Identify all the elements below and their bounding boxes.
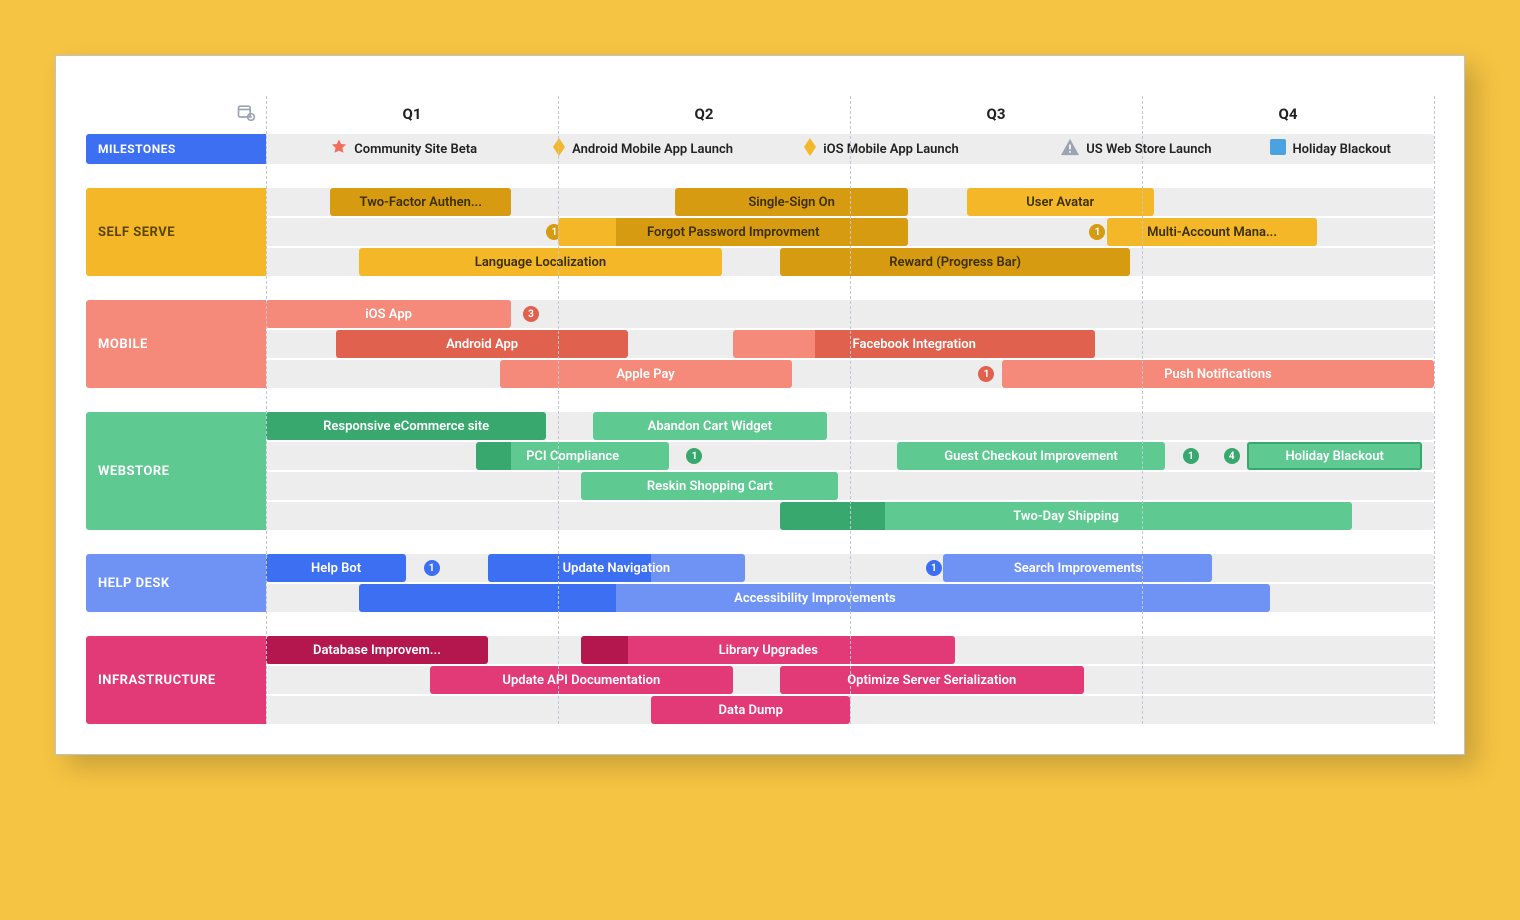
count-badge[interactable]: 1 — [424, 560, 440, 576]
task-bar[interactable]: iOS App — [266, 300, 511, 328]
task-bar[interactable]: Facebook Integration — [733, 330, 1095, 358]
count-badge[interactable]: 1 — [978, 366, 994, 382]
task-bar[interactable]: Single-Sign On — [675, 188, 909, 216]
milestone[interactable]: iOS Mobile App Launch — [803, 138, 958, 160]
task-bar[interactable]: Guest Checkout Improvement — [897, 442, 1166, 470]
swimlane: Help Bot1Update Navigation1Search Improv… — [266, 554, 1434, 582]
task-bar[interactable]: Optimize Server Serialization — [780, 666, 1084, 694]
category-label: HELP DESK — [86, 554, 266, 612]
swimlane: Responsive eCommerce site Abandon Cart Wi… — [266, 412, 1434, 440]
milestones-label: MILESTONES — [86, 134, 266, 164]
category-hd: HELP DESKHelp Bot1Update Navigation1Sear… — [86, 554, 1434, 612]
gridline — [1434, 96, 1435, 724]
swimlane: Reskin Shopping Cart — [266, 472, 1434, 500]
swimlane: Apple Pay 1 Push Notifications — [266, 360, 1434, 388]
category-label: SELF SERVE — [86, 188, 266, 276]
task-bar[interactable]: User Avatar — [967, 188, 1154, 216]
quarter-header: Q3 — [850, 96, 1142, 132]
diamond-icon — [552, 138, 566, 160]
swimlane: PCI Compliance 1 Guest Checkout Improvemen… — [266, 442, 1434, 470]
task-bar[interactable]: Two-Factor Authen... — [330, 188, 511, 216]
quarter-header: Q4 — [1142, 96, 1434, 132]
quarter-header: Q1 — [266, 96, 558, 132]
task-bar[interactable]: Forgot Password Improvment — [558, 218, 908, 246]
milestone[interactable]: Community Site Beta — [330, 138, 477, 160]
category-label: MOBILE — [86, 300, 266, 388]
swimlane: Database Improvem... Library Upgrades — [266, 636, 1434, 664]
category-ws: WEBSTOREResponsive eCommerce site Abandon… — [86, 412, 1434, 530]
task-bar[interactable]: Reskin Shopping Cart — [581, 472, 838, 500]
task-bar[interactable]: Android App — [336, 330, 628, 358]
swimlane: Two-Day Shipping — [266, 502, 1434, 530]
count-badge[interactable]: 4 — [1224, 448, 1240, 464]
roadmap-sheet: Q1Q2Q3Q4 MILESTONES Community Site Beta A… — [86, 96, 1434, 724]
swimlane: Accessibility Improvements — [266, 584, 1434, 612]
square-icon — [1270, 139, 1286, 159]
count-badge[interactable]: 3 — [523, 306, 539, 322]
swimlane: 1Forgot Password Improvment1Multi-Accoun… — [266, 218, 1434, 246]
swimlane: Android App Facebook Integration — [266, 330, 1434, 358]
count-badge[interactable]: 1 — [926, 560, 942, 576]
count-badge[interactable]: 1 — [686, 448, 702, 464]
task-bar[interactable]: Search Improvements — [943, 554, 1212, 582]
calendar-settings-icon[interactable] — [236, 102, 256, 126]
task-bar[interactable]: Two-Day Shipping — [780, 502, 1352, 530]
swimlane: Data Dump — [266, 696, 1434, 724]
category-label: WEBSTORE — [86, 412, 266, 530]
task-bar[interactable]: Push Notifications — [1002, 360, 1434, 388]
swimlane: iOS App 3 — [266, 300, 1434, 328]
warn-icon — [1060, 138, 1080, 160]
milestone[interactable]: Holiday Blackout — [1270, 139, 1390, 159]
count-badge[interactable]: 1 — [1089, 224, 1105, 240]
task-bar[interactable]: Accessibility Improvements — [359, 584, 1270, 612]
task-bar[interactable]: Data Dump — [651, 696, 850, 724]
count-badge[interactable]: 1 — [1183, 448, 1199, 464]
diamond-icon — [803, 138, 817, 160]
category-label: INFRASTRUCTURE — [86, 636, 266, 724]
milestone-label: US Web Store Launch — [1086, 142, 1211, 157]
swimlane: Language Localization Reward (Progress Ba… — [266, 248, 1434, 276]
quarter-header: Q2 — [558, 96, 850, 132]
swimlane: Update API Documentation Optimize Server … — [266, 666, 1434, 694]
category-mb: MOBILEiOS App 3 Android App Facebook Integr… — [86, 300, 1434, 388]
milestone[interactable]: Android Mobile App Launch — [552, 138, 733, 160]
task-bar[interactable]: Language Localization — [359, 248, 721, 276]
milestone[interactable]: US Web Store Launch — [1060, 138, 1211, 160]
roadmap-frame: Q1Q2Q3Q4 MILESTONES Community Site Beta A… — [55, 55, 1465, 755]
milestone-label: Community Site Beta — [354, 142, 477, 157]
milestones-row: MILESTONES Community Site Beta Android Mo… — [86, 134, 1434, 164]
timeline-header: Q1Q2Q3Q4 — [86, 96, 1434, 132]
task-bar[interactable]: Reward (Progress Bar) — [780, 248, 1130, 276]
task-bar[interactable]: Abandon Cart Widget — [593, 412, 827, 440]
task-bar[interactable]: Update API Documentation — [430, 666, 734, 694]
milestone-label: Holiday Blackout — [1292, 142, 1390, 157]
task-bar[interactable]: PCI Compliance — [476, 442, 669, 470]
star-icon — [330, 138, 348, 160]
category-if: INFRASTRUCTUREDatabase Improvem... Librar… — [86, 636, 1434, 724]
category-ss: SELF SERVE Two-Factor Authen... Single-Sig… — [86, 188, 1434, 276]
swimlane: Two-Factor Authen... Single-Sign On User A… — [266, 188, 1434, 216]
task-bar[interactable]: Update Navigation — [488, 554, 745, 582]
task-bar[interactable]: Database Improvem... — [266, 636, 488, 664]
task-bar[interactable]: Holiday Blackout — [1247, 442, 1422, 470]
task-bar[interactable]: Help Bot — [266, 554, 406, 582]
task-bar[interactable]: Multi-Account Mana... — [1107, 218, 1317, 246]
task-bar[interactable]: Library Upgrades — [581, 636, 955, 664]
task-bar[interactable]: Responsive eCommerce site — [266, 412, 546, 440]
milestone-label: Android Mobile App Launch — [572, 142, 733, 157]
milestone-label: iOS Mobile App Launch — [823, 142, 958, 157]
task-bar[interactable]: Apple Pay — [500, 360, 792, 388]
